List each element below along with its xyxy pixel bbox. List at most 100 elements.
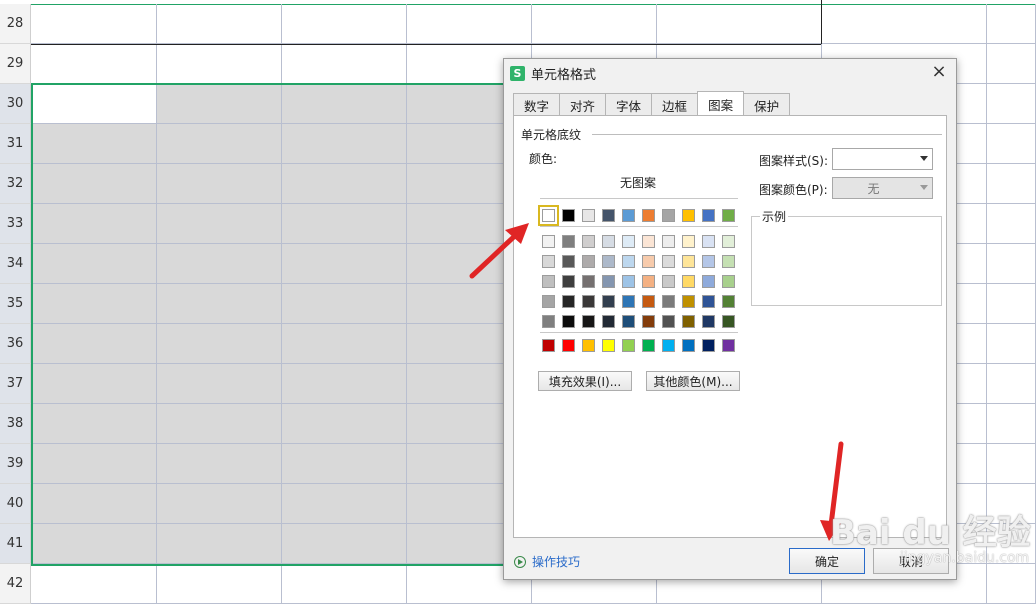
sheet-cell[interactable]	[282, 204, 407, 244]
color-swatch[interactable]	[542, 295, 555, 308]
more-colors-button[interactable]: 其他颜色(M)...	[646, 371, 740, 391]
color-swatch[interactable]	[602, 255, 615, 268]
color-swatch[interactable]	[602, 315, 615, 328]
standard-color-swatch[interactable]	[602, 339, 615, 352]
sheet-cell[interactable]	[532, 4, 657, 44]
color-swatch[interactable]	[682, 275, 695, 288]
color-swatch[interactable]	[622, 235, 635, 248]
row-header[interactable]: 37	[0, 364, 31, 404]
color-swatch[interactable]	[582, 275, 595, 288]
color-swatch[interactable]	[702, 209, 715, 222]
color-swatch[interactable]	[562, 295, 575, 308]
sheet-cell[interactable]	[157, 404, 282, 444]
sheet-cell[interactable]	[282, 444, 407, 484]
no-pattern-option[interactable]: 无图案	[620, 174, 656, 191]
color-swatch[interactable]	[722, 315, 735, 328]
row-header[interactable]: 41	[0, 524, 31, 564]
sheet-cell[interactable]	[31, 44, 157, 84]
tab-protection[interactable]: 保护	[743, 93, 791, 116]
tab-alignment[interactable]: 对齐	[559, 93, 607, 116]
color-swatch[interactable]	[662, 255, 675, 268]
color-swatch[interactable]	[602, 275, 615, 288]
color-swatch[interactable]	[702, 295, 715, 308]
sheet-cell[interactable]	[822, 4, 987, 44]
sheet-cell[interactable]	[282, 364, 407, 404]
color-swatch[interactable]	[622, 255, 635, 268]
color-swatch[interactable]	[562, 255, 575, 268]
sheet-cell[interactable]	[282, 404, 407, 444]
color-swatch[interactable]	[662, 315, 675, 328]
color-swatch[interactable]	[682, 295, 695, 308]
sheet-cell[interactable]	[157, 4, 282, 44]
color-swatch[interactable]	[582, 315, 595, 328]
color-swatch[interactable]	[682, 209, 695, 222]
color-swatch[interactable]	[642, 315, 655, 328]
sheet-cell[interactable]	[282, 244, 407, 284]
sheet-cell[interactable]	[987, 4, 1036, 44]
sheet-cell[interactable]	[987, 244, 1036, 284]
sheet-cell[interactable]	[282, 124, 407, 164]
color-swatch[interactable]	[582, 255, 595, 268]
color-swatch[interactable]	[582, 209, 595, 222]
dialog-title-bar[interactable]: S 单元格格式 ×	[504, 59, 956, 87]
standard-color-swatch[interactable]	[662, 339, 675, 352]
color-swatch[interactable]	[642, 295, 655, 308]
sheet-cell[interactable]	[282, 4, 407, 44]
sheet-cell[interactable]	[157, 324, 282, 364]
row-header[interactable]: 28	[0, 4, 31, 44]
row-header[interactable]: 30	[0, 84, 31, 124]
tab-number[interactable]: 数字	[513, 93, 561, 116]
standard-color-swatch[interactable]	[542, 339, 555, 352]
color-swatch[interactable]	[722, 255, 735, 268]
sheet-cell[interactable]	[282, 44, 407, 84]
sheet-cell[interactable]	[31, 244, 157, 284]
row-header[interactable]: 36	[0, 324, 31, 364]
sheet-cell[interactable]	[31, 204, 157, 244]
color-swatch[interactable]	[702, 255, 715, 268]
color-swatch[interactable]	[562, 235, 575, 248]
sheet-cell[interactable]	[157, 244, 282, 284]
color-swatch[interactable]	[722, 235, 735, 248]
sheet-cell[interactable]	[282, 164, 407, 204]
sheet-cell[interactable]	[407, 4, 532, 44]
color-swatch[interactable]	[642, 209, 655, 222]
sheet-cell[interactable]	[987, 284, 1036, 324]
color-swatch[interactable]	[542, 275, 555, 288]
color-swatch[interactable]	[642, 255, 655, 268]
row-header[interactable]: 40	[0, 484, 31, 524]
sheet-cell[interactable]	[282, 564, 407, 604]
color-swatch[interactable]	[622, 295, 635, 308]
sheet-cell[interactable]	[31, 284, 157, 324]
row-header[interactable]: 35	[0, 284, 31, 324]
sheet-cell[interactable]	[157, 204, 282, 244]
sheet-cell[interactable]	[157, 164, 282, 204]
sheet-cell[interactable]	[657, 4, 822, 44]
sheet-cell[interactable]	[157, 564, 282, 604]
color-swatch[interactable]	[662, 235, 675, 248]
color-swatch[interactable]	[682, 255, 695, 268]
color-swatch[interactable]	[538, 205, 559, 226]
standard-color-swatch[interactable]	[642, 339, 655, 352]
sheet-cell[interactable]	[31, 404, 157, 444]
sheet-cell[interactable]	[282, 284, 407, 324]
sheet-cell[interactable]	[157, 364, 282, 404]
sheet-cell[interactable]	[31, 364, 157, 404]
fill-effects-button[interactable]: 填充效果(I)...	[538, 371, 632, 391]
row-header[interactable]: 42	[0, 564, 31, 604]
tab-pattern[interactable]: 图案	[697, 91, 745, 116]
sheet-cell[interactable]	[157, 124, 282, 164]
sheet-cell[interactable]	[31, 84, 157, 124]
sheet-cell[interactable]	[157, 84, 282, 124]
standard-color-swatch[interactable]	[562, 339, 575, 352]
sheet-cell[interactable]	[157, 444, 282, 484]
tab-font[interactable]: 字体	[605, 93, 653, 116]
row-header[interactable]: 33	[0, 204, 31, 244]
color-swatch[interactable]	[722, 275, 735, 288]
color-swatch[interactable]	[622, 275, 635, 288]
color-swatch[interactable]	[562, 209, 575, 222]
sheet-cell[interactable]	[31, 444, 157, 484]
sheet-cell[interactable]	[31, 324, 157, 364]
row-header[interactable]: 34	[0, 244, 31, 284]
color-swatch[interactable]	[602, 209, 615, 222]
color-swatch[interactable]	[622, 315, 635, 328]
